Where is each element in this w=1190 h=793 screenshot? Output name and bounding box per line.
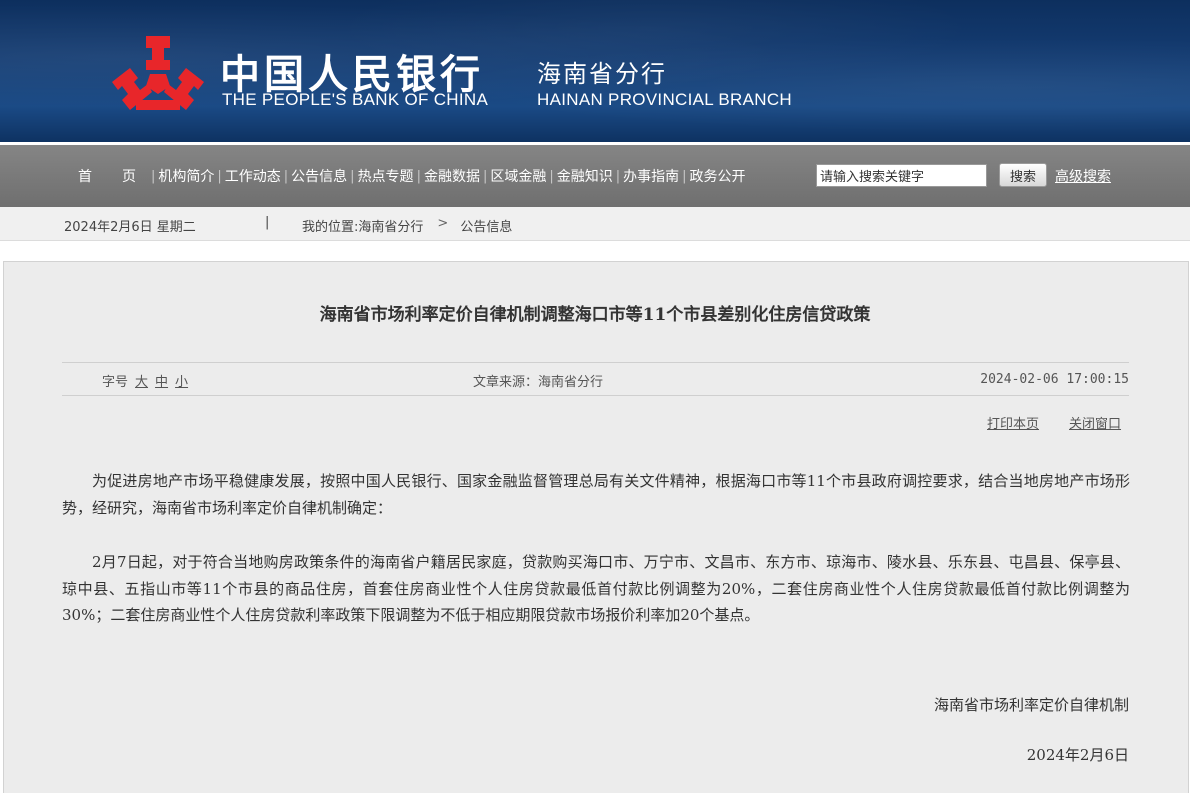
nav-separator: | [549,168,554,184]
article-paragraph: 2月7日起，对于符合当地购房政策条件的海南省户籍居民家庭，贷款购买海口市、万宁市… [62,553,1130,624]
branch-name-en: HAINAN PROVINCIAL BRANCH [537,90,793,109]
nav-item-about[interactable]: 机构简介 [158,166,214,186]
publish-time: 2024-02-06 17:00:15 [980,372,1129,387]
close-window-link[interactable]: 关闭窗口 [1069,413,1121,432]
location-separator: | [265,215,270,230]
nav-separator: | [350,168,355,184]
nav-separator: | [615,168,621,184]
breadcrumb-label: 我的位置: [302,220,359,235]
article-sign-date: 2024年2月6日 [1026,746,1129,764]
nav-item-public-affairs[interactable]: 政务公开 [690,166,746,186]
breadcrumb-home[interactable]: 海南省分行 [358,216,423,235]
font-size-label: 字号 [102,375,129,390]
branch-name-cn: 海南省分行 [537,60,667,88]
search-input[interactable] [816,164,987,187]
search-button[interactable]: 搜索 [999,163,1047,187]
nav-item-knowledge[interactable]: 金融知识 [557,166,613,186]
header-banner: 中国人民银行 海南省分行 THE PEOPLE'S BANK OF CHINA … [0,0,1190,142]
pboc-logo-icon [112,36,204,110]
divider [62,395,1129,396]
nav-item-guide[interactable]: 办事指南 [623,166,679,186]
breadcrumb: 我的位置: 海南省分行 > 公告信息 [302,216,512,235]
nav-separator: | [682,168,687,184]
font-size-small[interactable]: 小 [175,371,188,390]
advanced-search-link[interactable]: 高级搜索 [1055,166,1111,186]
divider [62,362,1129,363]
nav-item-data[interactable]: 金融数据 [424,166,480,186]
nav-separator: | [482,168,488,184]
article-signature: 海南省市场利率定价自律机制 [933,696,1129,714]
font-size-medium[interactable]: 中 [155,371,168,390]
article-source: 文章来源：海南省分行 [473,375,604,390]
nav-item-home[interactable]: 首页 [78,166,148,186]
article-paragraph: 为促进房地产市场平稳健康发展，按照中国人民银行、国家金融监督管理总局有关文件精神… [62,472,1130,517]
nav-separator: | [416,168,421,184]
chevron-right-icon: > [437,216,449,231]
font-size-large[interactable]: 大 [135,371,148,390]
nav-item-regional[interactable]: 区域金融 [490,166,546,186]
breadcrumb-current[interactable]: 公告信息 [460,216,512,235]
nav-item-announcements[interactable]: 公告信息 [291,166,347,186]
bank-name-en: THE PEOPLE'S BANK OF CHINA [222,90,489,109]
location-bar: 2024年2月6日 星期二 | 我的位置: 海南省分行 > 公告信息 [0,207,1190,241]
nav-item-topics[interactable]: 热点专题 [358,166,414,186]
font-size-selector: 字号 大 中 小 [102,371,188,390]
current-date: 2024年2月6日 星期二 [64,220,196,235]
nav-separator: | [283,168,289,184]
nav-list: 首页 | 机构简介 | 工作动态 | 公告信息 | 热点专题 | 金融数据 | … [78,166,746,186]
nav-separator: | [151,168,156,184]
print-page-link[interactable]: 打印本页 [987,413,1039,432]
article-title: 海南省市场利率定价自律机制调整海口市等11个市县差别化住房信贷政策 [319,305,871,325]
nav-item-news[interactable]: 工作动态 [225,166,281,186]
nav-separator: | [217,168,222,184]
